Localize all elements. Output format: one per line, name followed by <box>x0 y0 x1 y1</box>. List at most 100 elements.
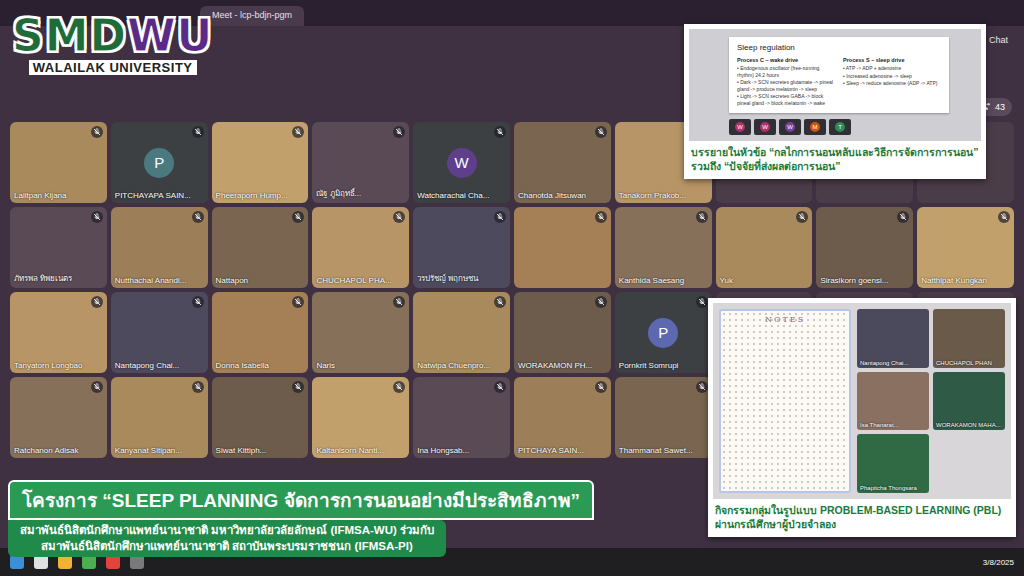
participant-name: Yuk <box>720 276 810 285</box>
slide-columns: Process C – wake drive• Endogenous oscil… <box>737 57 941 107</box>
participant-name: Pheeraporn Hump... <box>216 191 306 200</box>
slide-item: • Dark -> SCN secretes glutamate -> pine… <box>737 79 835 92</box>
mic-off-icon <box>91 296 103 308</box>
meeting-screenshot: NOTESNantapong Chai...CHUCHAPOL PHANIsa … <box>713 303 1011 499</box>
banner-subtitle: สมาพันธ์นิสิตนักศึกษาแพทย์นานาชาติ มหาวิ… <box>8 520 446 557</box>
mic-off-icon <box>494 126 506 138</box>
participant-tile: Phapitcha Thongsara <box>857 434 929 493</box>
participant-tile[interactable]: ณัฐ ภูมิฤทธิ์... <box>312 122 409 203</box>
smdwu-logo: SMDWUWALAILAK UNIVERSITY <box>12 12 213 75</box>
participant-name: Sirasikorn goensi... <box>820 276 910 285</box>
mic-off-icon <box>292 381 304 393</box>
grid-row: ภัทรพล ทิพยเนตรNutthachai Anandi... Natta… <box>10 207 1014 288</box>
participant-tile[interactable]: Donna Isabella <box>212 292 309 373</box>
mini-tile: T <box>829 119 851 135</box>
participant-tile[interactable]: WWatcharachai Cha... <box>413 122 510 203</box>
participant-tile[interactable]: Thammanat Sawet... <box>615 377 712 458</box>
participant-tile[interactable]: CHUCHAPOL PHA... <box>312 207 409 288</box>
participant-name: Tanyatorn Longbao <box>14 361 104 370</box>
participant-tile[interactable]: Sirasikorn goensi... <box>816 207 913 288</box>
mic-off-icon <box>696 296 708 308</box>
participant-tile[interactable]: PITCHAYA SAIN... <box>514 377 611 458</box>
notes-title: NOTES <box>725 315 845 324</box>
mini-tile: W <box>779 119 801 135</box>
participant-tile[interactable]: Yuk <box>716 207 813 288</box>
mic-off-icon <box>393 126 405 138</box>
participant-name: Siwat Kittiph... <box>216 446 306 455</box>
app-icon[interactable] <box>130 555 144 569</box>
participant-tile[interactable]: Chanotda Jitsuwan <box>514 122 611 203</box>
logo-wordmark: SMDWU <box>12 12 213 60</box>
lecture-photo: Sleep regulationProcess C – wake drive• … <box>684 24 986 179</box>
slide: Sleep regulationProcess C – wake drive• … <box>729 37 949 113</box>
participant-tile[interactable]: P Pornkrit Somrupi <box>615 292 712 373</box>
participant-tile[interactable]: Nantapong Chai... <box>111 292 208 373</box>
participant-tile[interactable]: Pheeraporn Hump... <box>212 122 309 203</box>
slide-item: • Light -> SCN secretes GABA -> block pi… <box>737 93 835 106</box>
participant-tile[interactable]: Nutthachai Anandi... <box>111 207 208 288</box>
participant-name: Nattapon <box>216 276 306 285</box>
participant-name: Ratchanon Adisak <box>14 446 104 455</box>
participant-tile[interactable]: Kaltanisorn Nanti... <box>312 377 409 458</box>
participant-tile[interactable]: Naris <box>312 292 409 373</box>
avatar: P <box>648 318 678 348</box>
participant-tile[interactable]: Tanyatorn Longbao <box>10 292 107 373</box>
participant-tile[interactable]: Kanyanat Sitipan... <box>111 377 208 458</box>
participant-name: Thammanat Sawet... <box>619 446 709 455</box>
app-icon[interactable] <box>58 555 72 569</box>
participant-tile[interactable]: Natwipa Chuenpro... <box>413 292 510 373</box>
participant-name: Pornkrit Somrupi <box>619 361 709 370</box>
avatar: P <box>144 148 174 178</box>
taskbar-date: 3/8/2025 <box>983 558 1014 567</box>
count-value: 43 <box>995 102 1005 112</box>
slide-column: Process S – sleep drive• ATP -> ADP + ad… <box>843 57 941 107</box>
participant-tile[interactable]: WORAKAMON PH... <box>514 292 611 373</box>
app-icon[interactable] <box>82 555 96 569</box>
mic-off-icon <box>494 296 506 308</box>
mic-off-icon <box>393 211 405 223</box>
participant-name: Naris <box>316 361 406 370</box>
participant-tile[interactable]: Kanthida Saesang <box>615 207 712 288</box>
slide-item: • Endogenous oscillator (free-running rh… <box>737 65 835 78</box>
participant-tile[interactable]: Nattapon <box>212 207 309 288</box>
slide-item: • Increased adenosine -> sleep <box>843 73 941 80</box>
participant-name: WORAKAMON MAHA... <box>936 422 1002 428</box>
mini-avatar: M <box>810 122 820 132</box>
mic-off-icon <box>897 211 909 223</box>
participant-tile[interactable]: วรปรัชญ์ พฤกษชน <box>413 207 510 288</box>
participant-name: Donna Isabella <box>216 361 306 370</box>
banner-title: โครงการ “SLEEP PLANNING จัดการการนอนอย่า… <box>8 480 594 520</box>
participant-name: Kanyanat Sitipan... <box>115 446 205 455</box>
participant-name: PITCHAYAPA SAIN... <box>115 191 205 200</box>
participant-name: Isa Thanarat... <box>860 422 926 428</box>
app-icon[interactable] <box>106 555 120 569</box>
chat-label: Chat <box>989 35 1008 45</box>
participant-name: PITCHAYA SAIN... <box>518 446 608 455</box>
mic-off-icon <box>192 296 204 308</box>
banner-line: สมาพันธ์นิสิตนักศึกษาแพทย์นานาชาติ มหาวิ… <box>20 523 434 539</box>
participant-name: Nantapong Chai... <box>860 360 926 366</box>
participant-tile[interactable]: Ina Hongsab... <box>413 377 510 458</box>
app-icon[interactable] <box>10 555 24 569</box>
thumbnail-strip: WWWMT <box>729 119 973 135</box>
mic-off-icon <box>796 211 808 223</box>
mini-tile: W <box>754 119 776 135</box>
app-icon[interactable] <box>34 555 48 569</box>
participant-tile[interactable]: Ratchanon Adisak <box>10 377 107 458</box>
browser-tab[interactable]: Meet - lcp-bdjn-pgm <box>200 6 304 26</box>
participant-tile[interactable]: Lalitpan Kijana <box>10 122 107 203</box>
mic-off-icon <box>696 381 708 393</box>
activity-photo: NOTESNantapong Chai...CHUCHAPOL PHANIsa … <box>708 298 1016 537</box>
mini-tile: M <box>804 119 826 135</box>
participant-name: Tanakorn Prakob... <box>619 191 709 200</box>
participant-tile[interactable]: Natthipat Kungkan <box>917 207 1014 288</box>
participant-tile[interactable]: P PITCHAYAPA SAIN... <box>111 122 208 203</box>
mini-avatar: W <box>735 122 745 132</box>
slide-item: • Sleep -> reduce adenosine (ADP -> ATP) <box>843 80 941 87</box>
participant-name: Kaltanisorn Nanti... <box>316 446 406 455</box>
participant-tile[interactable] <box>514 207 611 288</box>
mic-off-icon <box>91 126 103 138</box>
participant-tile[interactable]: ภัทรพล ทิพยเนตร <box>10 207 107 288</box>
participant-tile[interactable]: Siwat Kittiph... <box>212 377 309 458</box>
mic-off-icon <box>292 211 304 223</box>
